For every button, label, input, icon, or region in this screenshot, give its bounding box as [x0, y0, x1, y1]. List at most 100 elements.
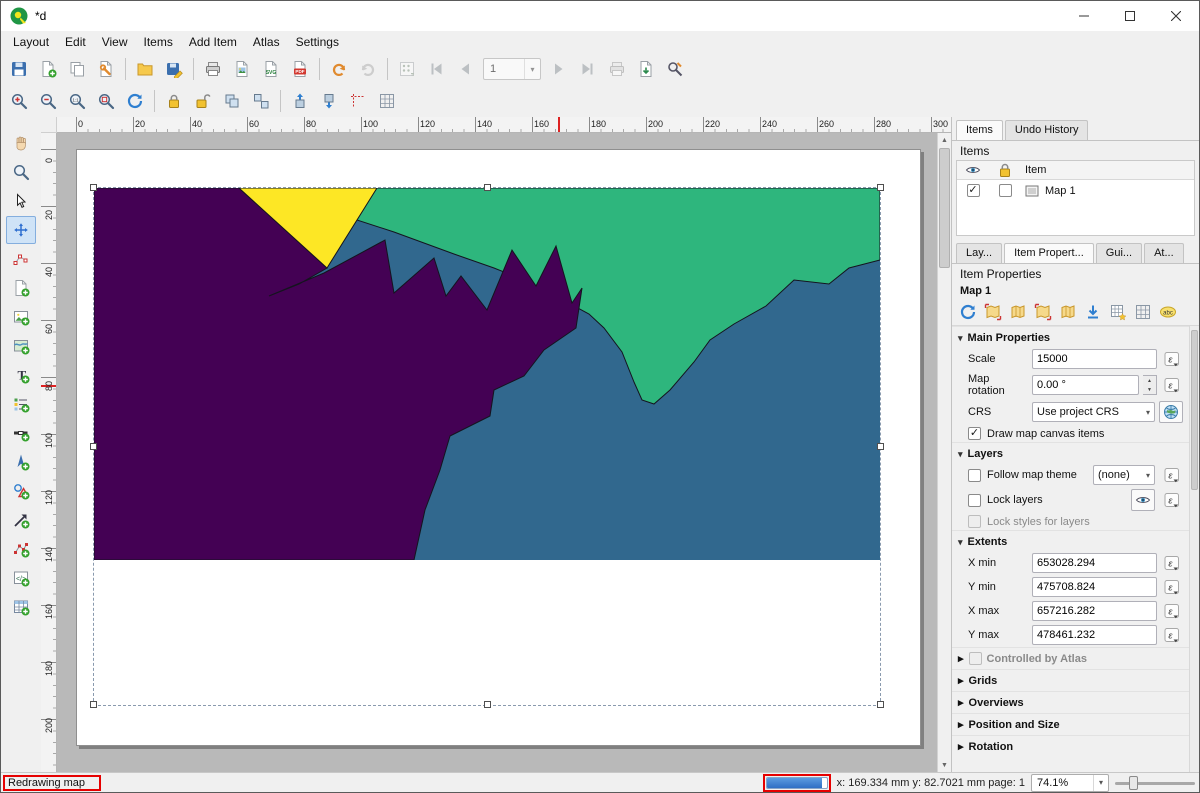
export-as-image[interactable]: [228, 55, 256, 83]
zoom-in[interactable]: [5, 87, 33, 115]
lock-selected-items[interactable]: [160, 87, 188, 115]
add-attribute-table[interactable]: [6, 593, 36, 621]
ymax-data-defined-button[interactable]: ε: [1161, 625, 1183, 645]
group-overviews[interactable]: ▸Overviews: [952, 691, 1189, 713]
selection-handle[interactable]: [484, 184, 491, 191]
theme-data-defined-button[interactable]: ε: [1161, 465, 1183, 485]
export-atlas[interactable]: [632, 55, 660, 83]
close-button[interactable]: [1153, 1, 1199, 31]
unlock-all-items[interactable]: [189, 87, 217, 115]
print-atlas[interactable]: [603, 55, 631, 83]
zoom-slider-thumb[interactable]: [1129, 776, 1138, 790]
lock-styles-checkbox[interactable]: [968, 515, 981, 528]
view-map-scale[interactable]: [1056, 300, 1080, 324]
zoom-full[interactable]: [92, 87, 120, 115]
add-legend[interactable]: [6, 390, 36, 418]
update-map-preview[interactable]: [1081, 300, 1105, 324]
manage-guides[interactable]: [344, 87, 372, 115]
lower-selected-items[interactable]: [315, 87, 343, 115]
lock-layers-data-defined-button[interactable]: ε: [1161, 490, 1183, 510]
layout-viewport[interactable]: [57, 133, 937, 772]
add-scalebar[interactable]: [6, 419, 36, 447]
tab-undo-history[interactable]: Undo History: [1005, 120, 1089, 140]
scroll-up-arrow[interactable]: ▲: [938, 133, 951, 147]
add-picture[interactable]: [6, 303, 36, 331]
menu-items[interactable]: Items: [136, 33, 181, 51]
maximize-button[interactable]: [1107, 1, 1153, 31]
save-as-template[interactable]: [160, 55, 188, 83]
rotation-data-defined-button[interactable]: ε: [1161, 375, 1183, 395]
next-feature[interactable]: [545, 55, 573, 83]
atlas-settings[interactable]: [661, 55, 689, 83]
last-feature[interactable]: [574, 55, 602, 83]
export-as-pdf[interactable]: PDF: [286, 55, 314, 83]
group-rotation[interactable]: ▸Rotation: [952, 735, 1189, 757]
undo[interactable]: [325, 55, 353, 83]
tab-item-propert[interactable]: Item Propert...: [1004, 243, 1094, 263]
xmax-input[interactable]: [1032, 601, 1157, 621]
selection-handle[interactable]: [877, 443, 884, 450]
select-crs-button[interactable]: [1159, 401, 1183, 423]
save-project[interactable]: [5, 55, 33, 83]
add-node-item[interactable]: [6, 535, 36, 563]
scrollbar-thumb[interactable]: [939, 148, 950, 268]
group-extents[interactable]: ▾ Extents: [952, 530, 1189, 551]
export-as-svg[interactable]: SVG: [257, 55, 285, 83]
zoom-actual[interactable]: 1:1: [63, 87, 91, 115]
new-layout[interactable]: [34, 55, 62, 83]
selection-handle[interactable]: [877, 184, 884, 191]
show-grid[interactable]: [373, 87, 401, 115]
interactively-edit-map-extent[interactable]: [1106, 300, 1130, 324]
print-layout[interactable]: [199, 55, 227, 83]
map-theme-combo[interactable]: (none)▾: [1093, 465, 1155, 485]
group-main-properties[interactable]: ▾ Main Properties: [952, 326, 1189, 347]
add-north-arrow[interactable]: [6, 448, 36, 476]
add-shape[interactable]: [6, 477, 36, 505]
add-page[interactable]: [6, 274, 36, 302]
atlas-page-combo[interactable]: 1▾: [483, 58, 541, 80]
lock-checkbox[interactable]: [999, 184, 1012, 197]
lock-layers-checkbox[interactable]: [968, 494, 981, 507]
zoom-tool[interactable]: [6, 158, 36, 186]
ymax-input[interactable]: [1032, 625, 1157, 645]
vertical-scrollbar[interactable]: ▲ ▼: [937, 133, 951, 772]
scale-input[interactable]: [1032, 349, 1157, 369]
preview-atlas[interactable]: [393, 55, 421, 83]
group-checkbox[interactable]: [969, 652, 982, 665]
add-map[interactable]: [6, 332, 36, 360]
tab-gui[interactable]: Gui...: [1096, 243, 1142, 263]
group-layers[interactable]: ▾ Layers: [952, 442, 1189, 463]
map-item-map1[interactable]: [94, 188, 880, 705]
visibility-checkbox[interactable]: [967, 184, 980, 197]
edit-nodes-item-tool[interactable]: [6, 245, 36, 273]
xmin-data-defined-button[interactable]: ε: [1161, 553, 1183, 573]
group-position-and-size[interactable]: ▸Position and Size: [952, 713, 1189, 735]
minimize-button[interactable]: [1061, 1, 1107, 31]
add-html[interactable]: </>: [6, 564, 36, 592]
menu-edit[interactable]: Edit: [57, 33, 94, 51]
redo[interactable]: [354, 55, 382, 83]
selection-handle[interactable]: [90, 443, 97, 450]
group-items[interactable]: [218, 87, 246, 115]
selection-handle[interactable]: [90, 701, 97, 708]
previous-feature[interactable]: [451, 55, 479, 83]
tab-at[interactable]: At...: [1144, 243, 1184, 263]
selection-handle[interactable]: [877, 701, 884, 708]
scale-data-defined-button[interactable]: ε: [1161, 349, 1183, 369]
move-item-content-tool[interactable]: [6, 216, 36, 244]
menu-add-item[interactable]: Add Item: [181, 33, 245, 51]
refresh-map-preview[interactable]: [956, 300, 980, 324]
draw-canvas-items-checkbox[interactable]: [968, 427, 981, 440]
rotation-stepper[interactable]: ▲▼: [1143, 375, 1157, 395]
xmin-input[interactable]: [1032, 553, 1157, 573]
menu-atlas[interactable]: Atlas: [245, 33, 288, 51]
menu-settings[interactable]: Settings: [288, 33, 347, 51]
menu-view[interactable]: View: [94, 33, 136, 51]
ymin-input[interactable]: [1032, 577, 1157, 597]
properties-scrollbar-thumb[interactable]: [1191, 330, 1198, 490]
set-map-scale-to-canvas[interactable]: [1031, 300, 1055, 324]
ungroup-items[interactable]: [247, 87, 275, 115]
menu-layout[interactable]: Layout: [5, 33, 57, 51]
duplicate-layout[interactable]: [63, 55, 91, 83]
layout-manager[interactable]: [92, 55, 120, 83]
